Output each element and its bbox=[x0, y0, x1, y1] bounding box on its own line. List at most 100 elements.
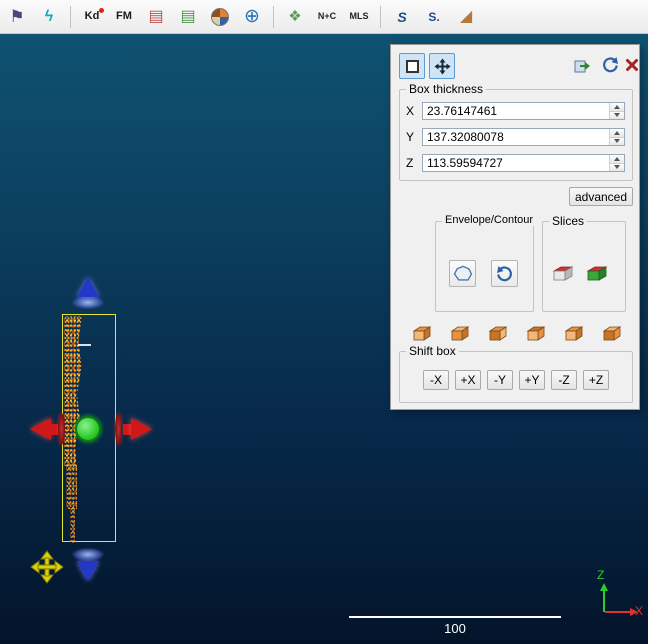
box-view-button-2[interactable] bbox=[447, 322, 473, 346]
extract-slice-button[interactable] bbox=[549, 262, 577, 286]
show-box-toggle[interactable] bbox=[399, 53, 425, 79]
z-thickness-input[interactable]: 113.59594727 bbox=[422, 154, 625, 172]
x-plus-disc-handle[interactable] bbox=[115, 413, 122, 445]
ramp-icon: ◢ bbox=[460, 9, 472, 25]
z-plus-arrow-glow bbox=[72, 296, 104, 309]
shift-minus-y-button[interactable]: -Y bbox=[487, 370, 513, 390]
fm-icon: FM bbox=[116, 11, 132, 22]
box-face-icon bbox=[564, 325, 584, 343]
shift-plus-y-button[interactable]: +Y bbox=[519, 370, 545, 390]
center-sphere-handle[interactable] bbox=[75, 416, 101, 442]
z-minus-arrow-handle[interactable] bbox=[77, 561, 99, 581]
x-minus-disc-handle[interactable] bbox=[58, 413, 65, 445]
toolbar-button-n-plus-c[interactable]: N+C bbox=[312, 3, 342, 31]
advanced-button[interactable]: advanced bbox=[569, 187, 633, 206]
x-spinner bbox=[609, 103, 624, 119]
plugins-toolbar: ⚑ ϟ Kd FM ▤ ▤ ⊕ ❖ N+C MLS S S. ◢ bbox=[0, 0, 648, 34]
toolbar-button-doc-red[interactable]: ▤ bbox=[141, 3, 171, 31]
envelope-contour-title: Envelope/Contour bbox=[442, 214, 536, 226]
y-thickness-input[interactable]: 137.32080078 bbox=[422, 128, 625, 146]
shift-plus-x-button[interactable]: +X bbox=[455, 370, 481, 390]
n-plus-c-icon: N+C bbox=[318, 12, 336, 21]
x-thickness-value: 23.76147461 bbox=[423, 103, 609, 119]
shift-plus-z-button[interactable]: +Z bbox=[583, 370, 609, 390]
y-spin-down-button[interactable] bbox=[610, 138, 624, 146]
multi-slice-box-icon bbox=[586, 264, 608, 284]
point-cloud bbox=[66, 464, 77, 509]
polygon-icon bbox=[452, 263, 474, 285]
z-axis-label: Z bbox=[597, 568, 604, 582]
reset-icon bbox=[601, 56, 619, 74]
box-view-button-1[interactable] bbox=[409, 322, 435, 346]
extract-multiple-slices-button[interactable] bbox=[583, 262, 611, 286]
toolbar-button-mls[interactable]: MLS bbox=[344, 3, 374, 31]
extract-envelope-button[interactable] bbox=[449, 260, 476, 287]
z-spin-up-button[interactable] bbox=[610, 155, 624, 164]
box-view-button-3[interactable] bbox=[485, 322, 511, 346]
reset-button[interactable] bbox=[599, 54, 621, 76]
reset-envelope-button[interactable] bbox=[491, 260, 518, 287]
toolbar-button-color-sphere[interactable] bbox=[205, 3, 235, 31]
shift-box-group: Shift box -X +X -Y +Y -Z +Z bbox=[399, 351, 633, 403]
x-axis-line bbox=[605, 611, 631, 613]
toolbar-button-s-dot[interactable]: S. bbox=[419, 3, 449, 31]
move-arrows-icon bbox=[434, 58, 451, 75]
y-label: Y bbox=[406, 130, 416, 144]
box-face-icon bbox=[602, 325, 622, 343]
slices-title: Slices bbox=[549, 214, 587, 228]
box-face-icon bbox=[526, 325, 546, 343]
x-minus-arrow-handle[interactable] bbox=[30, 418, 51, 440]
doc-green-icon: ▤ bbox=[180, 9, 195, 25]
close-button[interactable] bbox=[625, 54, 639, 76]
toolbar-button-ramp[interactable]: ◢ bbox=[451, 3, 481, 31]
toolbar-button-lightning[interactable]: ϟ bbox=[34, 3, 64, 31]
shift-box-title: Shift box bbox=[406, 344, 459, 358]
box-view-button-4[interactable] bbox=[523, 322, 549, 346]
z-thickness-value: 113.59594727 bbox=[423, 155, 609, 171]
toolbar-button-fm[interactable]: FM bbox=[109, 3, 139, 31]
restore-button[interactable] bbox=[571, 54, 593, 76]
move-box-toggle[interactable] bbox=[429, 53, 455, 79]
z-plus-arrow-handle[interactable] bbox=[77, 277, 99, 297]
x-spin-down-button[interactable] bbox=[610, 112, 624, 120]
toolbar-separator bbox=[70, 6, 71, 28]
x-label: X bbox=[406, 104, 416, 118]
x-plus-arrow-handle[interactable] bbox=[131, 418, 152, 440]
toolbar-button-globe[interactable]: ⊕ bbox=[237, 3, 267, 31]
toolbar-separator bbox=[380, 6, 381, 28]
box-view-button-5[interactable] bbox=[561, 322, 587, 346]
pan-cross-handle[interactable] bbox=[30, 550, 64, 584]
color-sphere-icon bbox=[211, 8, 229, 26]
s-curve-icon: S bbox=[397, 10, 406, 24]
toolbar-button-s-curve[interactable]: S bbox=[387, 3, 417, 31]
y-spin-up-button[interactable] bbox=[610, 129, 624, 138]
mls-icon: MLS bbox=[350, 12, 369, 21]
box-thickness-group: Box thickness X 23.76147461 Y 137.320800… bbox=[399, 89, 633, 181]
toolbar-button-plane-edit[interactable]: ⚑ bbox=[2, 3, 32, 31]
box-icon bbox=[406, 60, 419, 73]
restore-box-icon bbox=[573, 56, 591, 74]
application-window: ⚑ ϟ Kd FM ▤ ▤ ⊕ ❖ N+C MLS S S. ◢ bbox=[0, 0, 648, 644]
toolbar-button-doc-green[interactable]: ▤ bbox=[173, 3, 203, 31]
box-thickness-title: Box thickness bbox=[406, 82, 486, 96]
box-view-button-6[interactable] bbox=[599, 322, 625, 346]
shift-minus-x-button[interactable]: -X bbox=[423, 370, 449, 390]
slice-box-icon bbox=[552, 264, 574, 284]
z-spin-down-button[interactable] bbox=[610, 164, 624, 172]
plugins-icon: ❖ bbox=[288, 9, 301, 24]
shift-minus-z-button[interactable]: -Z bbox=[551, 370, 577, 390]
toolbar-button-kd-tree[interactable]: Kd bbox=[77, 3, 107, 31]
point-cloud bbox=[70, 507, 75, 544]
z-label: Z bbox=[406, 156, 416, 170]
z-minus-arrow-glow bbox=[72, 548, 104, 561]
box-view-row bbox=[409, 322, 625, 346]
x-spin-up-button[interactable] bbox=[610, 103, 624, 112]
doc-red-icon: ▤ bbox=[148, 9, 163, 25]
measure-tick bbox=[78, 344, 91, 346]
close-icon bbox=[625, 58, 639, 72]
toolbar-button-plugins[interactable]: ❖ bbox=[280, 3, 310, 31]
cross-section-panel: Box thickness X 23.76147461 Y 137.320800… bbox=[390, 44, 640, 410]
x-thickness-input[interactable]: 23.76147461 bbox=[422, 102, 625, 120]
y-thickness-value: 137.32080078 bbox=[423, 129, 609, 145]
kd-tree-icon: Kd bbox=[85, 11, 100, 22]
